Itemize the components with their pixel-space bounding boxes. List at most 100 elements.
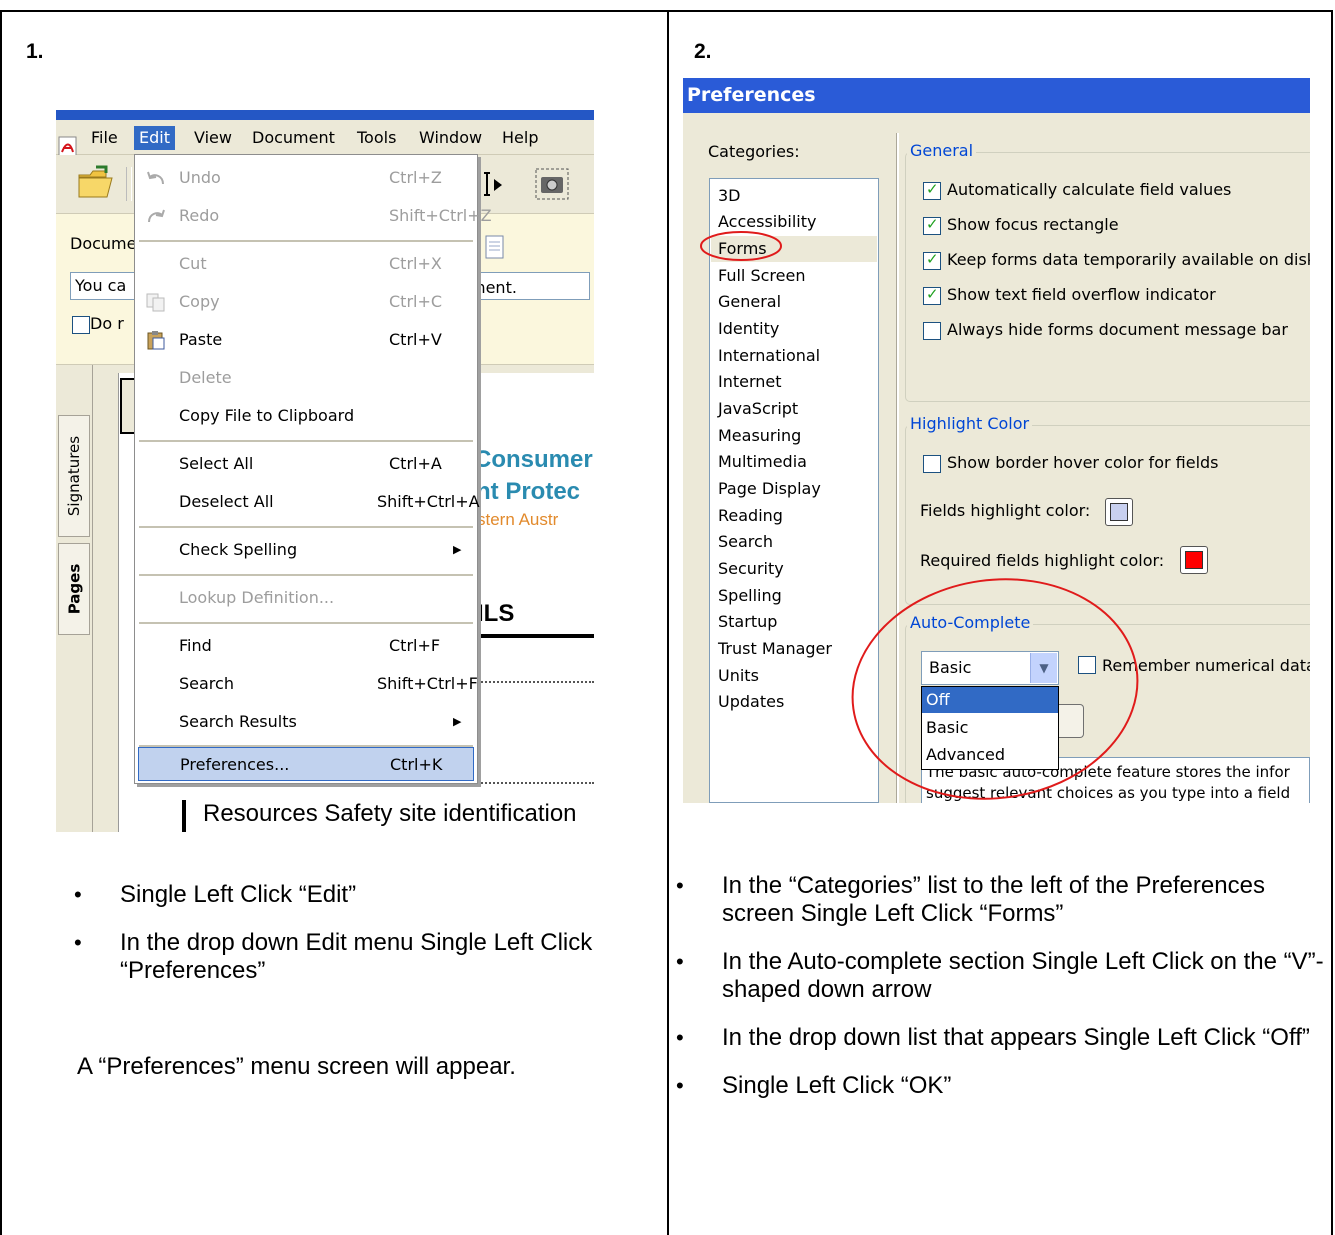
remember-numerical-checkbox[interactable] — [1078, 656, 1096, 674]
signatures-tab-label: Signatures — [65, 435, 83, 517]
option-off[interactable]: Off — [922, 687, 1058, 713]
step-1-number: 1. — [26, 40, 44, 63]
edit-entry-list-button[interactable] — [1055, 704, 1084, 738]
required-highlight-label: Required fields highlight color: — [920, 551, 1165, 570]
menu-item-label: Cut — [179, 254, 207, 273]
menu-bar: File Edit View Document Tools Window Hel… — [56, 120, 594, 158]
overflow-indicator-checkbox[interactable] — [923, 285, 941, 305]
menu-edit[interactable]: Edit — [134, 126, 175, 150]
snapshot-tool-icon[interactable] — [534, 167, 570, 201]
category-updates[interactable]: Updates — [718, 689, 784, 715]
menu-item-label: Find — [179, 636, 212, 655]
menu-item-select-all[interactable]: Select All Ctrl+A — [135, 447, 477, 481]
option-basic[interactable]: Basic — [922, 715, 1058, 741]
menu-item-label: Preferences... — [180, 755, 290, 774]
fields-highlight-color-button[interactable] — [1105, 498, 1133, 526]
menu-item-lookup-definition[interactable]: Lookup Definition... — [135, 581, 477, 615]
category-accessibility[interactable]: Accessibility — [718, 209, 816, 235]
menu-item-copy[interactable]: Copy Ctrl+C — [135, 285, 477, 319]
categories-list: 3D Accessibility Forms Full Screen Gener… — [709, 178, 879, 803]
option-advanced[interactable]: Advanced — [922, 742, 1058, 768]
step-2-bullet: In the drop down list that appears Singl… — [676, 1024, 1326, 1052]
step-2-number: 2. — [694, 40, 712, 63]
category-general[interactable]: General — [718, 289, 781, 315]
category-full-screen[interactable]: Full Screen — [718, 263, 805, 289]
menu-item-label: Redo — [179, 206, 220, 225]
menu-window[interactable]: Window — [414, 126, 487, 150]
category-international[interactable]: International — [718, 343, 820, 369]
menu-item-delete[interactable]: Delete — [135, 361, 477, 395]
category-multimedia[interactable]: Multimedia — [718, 449, 807, 475]
pages-tab[interactable]: Pages — [58, 543, 90, 635]
menu-item-cut[interactable]: Cut Ctrl+X — [135, 247, 477, 281]
menu-separator — [139, 574, 473, 576]
select-text-tool-icon[interactable] — [480, 171, 510, 199]
menu-item-label: Search — [179, 674, 234, 693]
step-2-bullet: In the “Categories” list to the left of … — [676, 872, 1326, 928]
overflow-indicator-label: Show text field overflow indicator — [947, 285, 1216, 304]
open-folder-icon[interactable] — [76, 165, 116, 201]
step-1-bullet: Single Left Click “Edit” — [74, 881, 664, 909]
menu-tools[interactable]: Tools — [352, 126, 401, 150]
page-heading-protection: nt Protec — [476, 478, 581, 505]
menu-item-shortcut: Ctrl+F — [389, 636, 441, 655]
menu-item-check-spelling[interactable]: Check Spelling ▶ — [135, 533, 477, 567]
menu-item-shortcut: Ctrl+K — [390, 755, 443, 774]
hover-color-checkbox[interactable] — [923, 455, 941, 473]
menu-item-paste[interactable]: Paste Ctrl+V — [135, 323, 477, 357]
doc-bar-message-text: You ca — [75, 276, 127, 295]
menu-item-search[interactable]: Search Shift+Ctrl+F — [135, 667, 478, 701]
auto-complete-options: Off Basic Advanced — [921, 686, 1059, 770]
category-security[interactable]: Security — [718, 556, 784, 582]
edit-menu: Undo Ctrl+Z Redo Shift+Ctrl+Z Cut Ctrl+X… — [134, 154, 492, 784]
auto-calculate-label: Automatically calculate field values — [947, 180, 1232, 199]
doc-bar-checkbox-label: Do r — [90, 314, 124, 333]
signatures-tab[interactable]: Signatures — [58, 415, 90, 537]
category-measuring[interactable]: Measuring — [718, 423, 801, 449]
category-forms[interactable]: Forms — [711, 236, 877, 262]
menu-item-undo[interactable]: Undo Ctrl+Z — [135, 161, 477, 195]
menu-item-deselect-all[interactable]: Deselect All Shift+Ctrl+A — [135, 485, 480, 519]
category-reading[interactable]: Reading — [718, 503, 783, 529]
menu-help[interactable]: Help — [497, 126, 543, 150]
category-internet[interactable]: Internet — [718, 369, 782, 395]
menu-file[interactable]: File — [86, 126, 123, 150]
category-spelling[interactable]: Spelling — [718, 583, 782, 609]
category-trust-manager[interactable]: Trust Manager — [718, 636, 832, 662]
auto-calculate-checkbox[interactable] — [923, 180, 941, 200]
menu-item-shortcut: Ctrl+A — [389, 454, 442, 473]
menu-item-preferences[interactable]: Preferences... Ctrl+K — [138, 747, 474, 781]
doc-bar-checkbox[interactable] — [72, 316, 90, 334]
toolbar-separator — [126, 167, 132, 201]
window-title-strip — [56, 110, 594, 120]
focus-rectangle-label: Show focus rectangle — [947, 215, 1119, 234]
document-icon — [485, 235, 504, 259]
menu-item-find[interactable]: Find Ctrl+F — [135, 629, 477, 663]
focus-rectangle-checkbox[interactable] — [923, 215, 941, 235]
category-units[interactable]: Units — [718, 663, 759, 689]
menu-item-redo[interactable]: Redo Shift+Ctrl+Z — [135, 199, 492, 233]
keep-forms-data-checkbox[interactable] — [923, 250, 941, 270]
category-javascript[interactable]: JavaScript — [718, 396, 798, 422]
category-3d[interactable]: 3D — [718, 183, 741, 209]
category-page-display[interactable]: Page Display — [718, 476, 821, 502]
hide-message-bar-label: Always hide forms document message bar — [947, 320, 1288, 339]
general-group-title: General — [907, 141, 977, 160]
doc-bar-label: Docume — [70, 234, 137, 253]
required-highlight-color-button[interactable] — [1180, 546, 1208, 574]
menu-document[interactable]: Document — [247, 126, 340, 150]
auto-complete-select-value: Basic — [929, 658, 972, 677]
hide-message-bar-checkbox[interactable] — [923, 322, 941, 340]
chevron-down-icon[interactable]: ▼ — [1030, 653, 1057, 683]
page-dotted-line — [474, 681, 594, 683]
auto-complete-select[interactable]: Basic ▼ — [921, 651, 1059, 685]
menu-separator — [139, 622, 473, 624]
keep-forms-data-label: Keep forms data temporarily available on… — [947, 250, 1310, 269]
category-search[interactable]: Search — [718, 529, 773, 555]
step-2-instructions: In the “Categories” list to the left of … — [676, 872, 1326, 1120]
category-identity[interactable]: Identity — [718, 316, 779, 342]
category-startup[interactable]: Startup — [718, 609, 777, 635]
menu-item-search-results[interactable]: Search Results ▶ — [135, 705, 477, 739]
menu-item-copy-file-to-clipboard[interactable]: Copy File to Clipboard — [135, 399, 477, 433]
menu-view[interactable]: View — [189, 126, 237, 150]
